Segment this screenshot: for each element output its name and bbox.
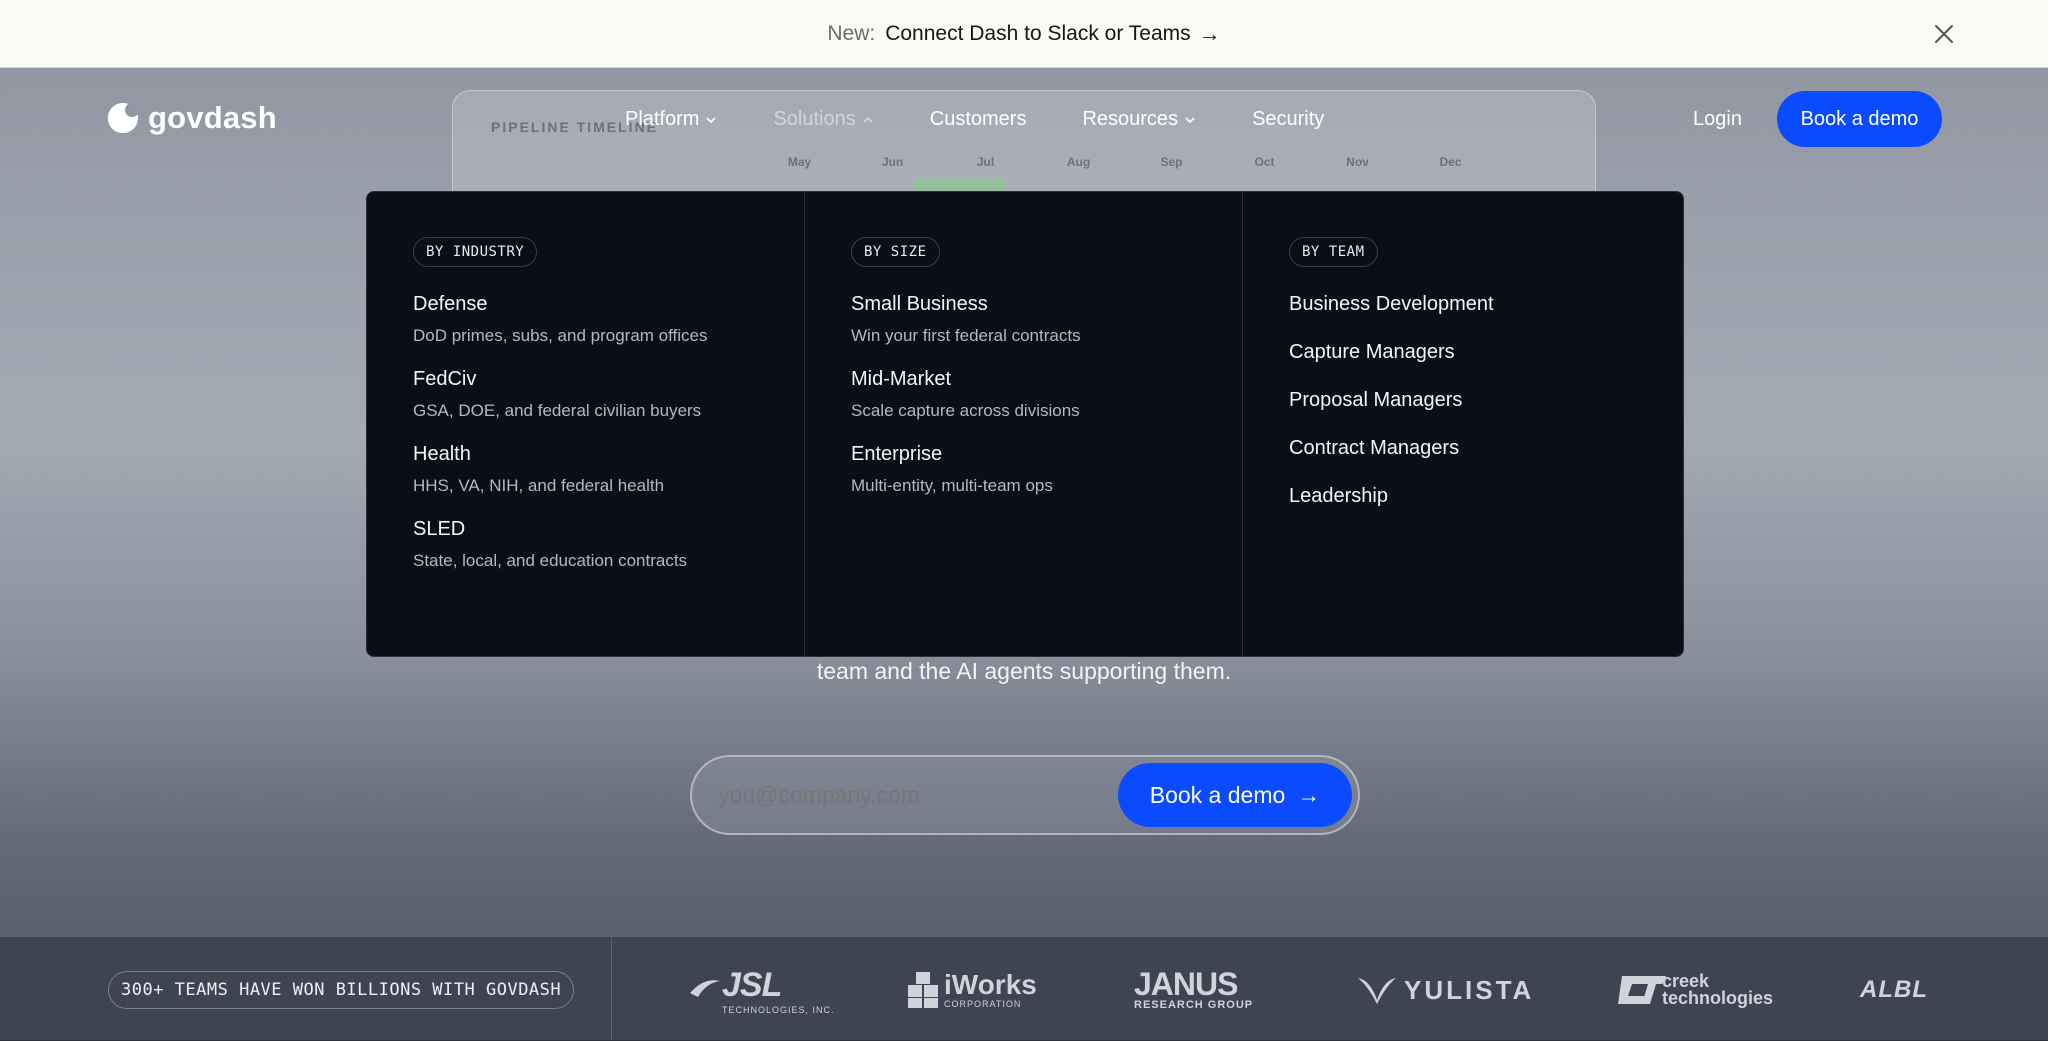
ct-mark-icon	[1618, 976, 1666, 1004]
menu-item-title: Health	[413, 443, 471, 465]
logo-name: JANUS	[1134, 966, 1238, 1002]
close-icon	[1935, 25, 1953, 43]
announcement-prefix: New:	[827, 21, 876, 45]
arrow-right-icon: →	[1297, 781, 1321, 808]
preview-bar	[913, 177, 1005, 191]
menu-item-title: Enterprise	[851, 443, 943, 465]
book-demo-submit-button[interactable]: Book a demo →	[1118, 763, 1352, 827]
announcement-bar: New: Connect Dash to Slack or Teams →	[0, 0, 2048, 68]
menu-item-contract-managers[interactable]: Contract Managers	[1289, 437, 1681, 460]
logo-sub: RESEARCH GROUP	[1134, 999, 1254, 1011]
govdash-logo[interactable]: govdash	[106, 100, 277, 136]
nav-item-label: Solutions	[773, 108, 856, 130]
menu-item-desc: DoD primes, subs, and program offices	[413, 326, 708, 345]
nav-item-label: Security	[1252, 108, 1325, 130]
nav-item-label: Customers	[929, 108, 1027, 130]
team-column: BY TEAM Business Development Capture Man…	[1243, 192, 1681, 656]
section-label: BY SIZE	[851, 237, 940, 267]
logo-name: creek technologies	[1662, 971, 1774, 1008]
menu-item-fedciv[interactable]: FedCiv GSA, DOE, and federal civilian bu…	[413, 368, 804, 421]
jsl-swoosh-icon	[690, 980, 720, 997]
menu-item-title: FedCiv	[413, 368, 477, 390]
logo-name: YULISTA	[1404, 974, 1535, 1005]
menu-item-health[interactable]: Health HHS, VA, NIH, and federal health	[413, 443, 804, 496]
logo-janus: JANUS RESEARCH GROUP	[1134, 967, 1253, 1013]
logo-name: JSL	[722, 965, 782, 1004]
customer-logos-strip: 300+ TEAMS HAVE WON BILLIONS WITH GOVDAS…	[0, 936, 2048, 1041]
industry-column: BY INDUSTRY Defense DoD primes, subs, an…	[367, 192, 805, 656]
menu-item-enterprise[interactable]: Enterprise Multi-entity, multi-team ops	[851, 443, 1242, 496]
top-navigation: govdash Platform Solutions Customers Res…	[0, 68, 2048, 168]
email-input[interactable]	[718, 757, 1098, 833]
hero-subtitle: team and the AI agents supporting them.	[816, 658, 1232, 684]
nav-item-label: Resources	[1082, 108, 1179, 130]
login-link[interactable]: Login	[1693, 108, 1742, 131]
menu-item-title: Mid-Market	[851, 368, 952, 390]
solutions-dropdown: BY INDUSTRY Defense DoD primes, subs, an…	[366, 191, 1684, 657]
cube-stack-icon	[908, 972, 938, 1008]
menu-item-title: Defense	[413, 293, 488, 315]
menu-item-business-development[interactable]: Business Development	[1289, 293, 1681, 316]
size-column: BY SIZE Small Business Win your first fe…	[805, 192, 1243, 656]
logo-yulista: YULISTA	[1356, 967, 1534, 1013]
menu-item-mid-market[interactable]: Mid-Market Scale capture across division…	[851, 368, 1242, 421]
chevron-up-icon	[863, 116, 873, 123]
menu-item-title: SLED	[413, 518, 466, 540]
logo-sub: TECHNOLOGIES, INC.	[722, 1004, 835, 1015]
menu-item-desc: HHS, VA, NIH, and federal health	[413, 476, 665, 495]
announcement-link[interactable]: Connect Dash to Slack or Teams	[885, 22, 1190, 46]
menu-item-proposal-managers[interactable]: Proposal Managers	[1289, 389, 1681, 412]
logo-sub: CORPORATION	[944, 999, 1022, 1009]
logo-creek-technologies: creek technologies	[1616, 967, 1774, 1013]
section-label: BY TEAM	[1289, 237, 1378, 267]
logo-albl: ALBL	[1860, 967, 1928, 1013]
yulista-wing-icon	[1358, 978, 1396, 1004]
menu-item-defense[interactable]: Defense DoD primes, subs, and program of…	[413, 293, 804, 346]
nav-item-security[interactable]: Security	[1252, 108, 1324, 131]
menu-item-desc: Multi-entity, multi-team ops	[851, 476, 1053, 495]
chevron-down-icon	[706, 116, 717, 123]
nav-item-label: Platform	[625, 108, 700, 130]
menu-item-sled[interactable]: SLED State, local, and education contrac…	[413, 518, 804, 571]
nav-item-platform[interactable]: Platform	[625, 108, 717, 131]
logo-iworks: iWorks CORPORATION	[906, 967, 1037, 1013]
menu-item-desc: GSA, DOE, and federal civilian buyers	[413, 401, 702, 420]
main-menu: Platform Solutions Customers Resources S…	[625, 108, 1380, 131]
customers-badge: 300+ TEAMS HAVE WON BILLIONS WITH GOVDAS…	[108, 971, 575, 1009]
strip-divider	[611, 937, 612, 1041]
menu-item-capture-managers[interactable]: Capture Managers	[1289, 341, 1681, 364]
close-announcement-button[interactable]	[1928, 18, 1960, 50]
logo-name: iWorks	[944, 969, 1037, 1000]
menu-item-desc: Win your first federal contracts	[851, 326, 1081, 345]
logo-text: govdash	[148, 100, 277, 135]
logo-name: ALBL	[1860, 976, 1928, 1003]
menu-item-desc: Scale capture across divisions	[851, 401, 1080, 420]
logo-mark-icon	[107, 103, 139, 134]
email-signup-form: Book a demo →	[690, 755, 1360, 835]
menu-item-leadership[interactable]: Leadership	[1289, 485, 1681, 508]
nav-item-resources[interactable]: Resources	[1082, 108, 1196, 131]
chevron-down-icon	[1185, 116, 1195, 123]
book-demo-button[interactable]: Book a demo	[1777, 91, 1942, 147]
menu-item-small-business[interactable]: Small Business Win your first federal co…	[851, 293, 1242, 346]
cta-label: Book a demo	[1149, 781, 1286, 808]
menu-item-title: Small Business	[851, 293, 988, 315]
nav-item-customers[interactable]: Customers	[930, 108, 1027, 131]
arrow-right-icon: →	[1198, 20, 1221, 46]
nav-item-solutions[interactable]: Solutions	[773, 108, 873, 131]
section-label: BY INDUSTRY	[413, 237, 538, 267]
logo-jsl: JSL TECHNOLOGIES, INC.	[688, 965, 835, 1015]
menu-item-desc: State, local, and education contracts	[413, 551, 688, 570]
